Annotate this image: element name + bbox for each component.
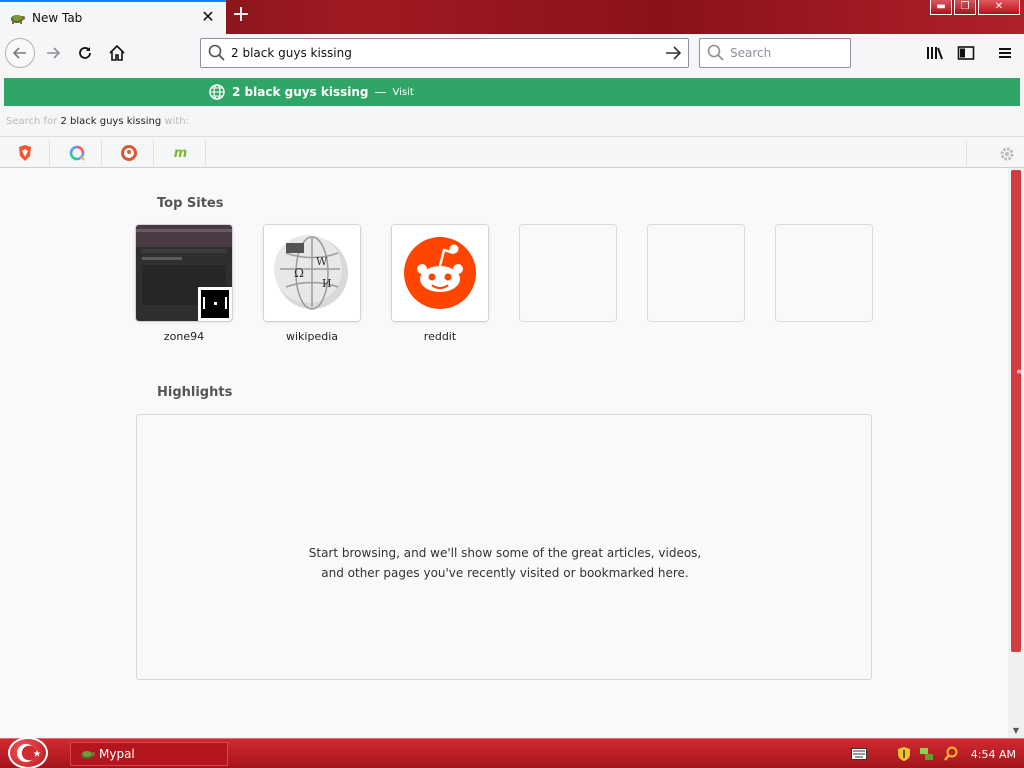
search-bar[interactable] <box>699 38 851 68</box>
close-tab-icon[interactable]: ✕ <box>200 9 216 26</box>
svg-text:W: W <box>316 255 328 268</box>
taskbar: Mypal 4:54 AM <box>0 737 1024 768</box>
reddit-icon <box>392 225 488 321</box>
restore-button[interactable]: ❐ <box>954 0 976 15</box>
top-site-tile-reddit[interactable] <box>392 225 488 321</box>
autocomplete-text: 2 black guys kissing <box>232 85 369 99</box>
turtle-icon <box>81 751 95 759</box>
autocomplete-action: Visit <box>392 86 414 98</box>
minimize-button[interactable]: ▬ <box>930 0 952 15</box>
search-with-text: with: <box>164 116 189 127</box>
highlights-message: Start browsing, and we'll show some of t… <box>308 546 702 580</box>
top-site-tile-empty[interactable] <box>776 225 872 321</box>
new-tab-content: Top Sites Ω W И zone94 wikipedia reddit … <box>0 168 1008 738</box>
top-site-tile-empty[interactable] <box>648 225 744 321</box>
clock[interactable]: 4:54 AM <box>971 748 1016 761</box>
grip-icon: ≡ <box>1016 367 1023 376</box>
library-icon <box>927 47 943 60</box>
menu-button[interactable] <box>990 38 1020 68</box>
tab-new-tab[interactable]: New Tab ✕ <box>0 0 226 34</box>
top-site-label[interactable]: reddit <box>392 330 488 343</box>
top-sites-title: Top Sites <box>157 196 224 211</box>
taskbar-item-label: Mypal <box>99 747 135 761</box>
search-query-text: 2 black guys kissing <box>60 116 162 127</box>
top-site-label[interactable]: wikipedia <box>264 330 360 343</box>
close-window-button[interactable]: ✕ <box>978 0 1020 15</box>
system-tray: 4:54 AM <box>850 739 1024 768</box>
top-site-label[interactable]: zone94 <box>136 330 232 343</box>
home-icon <box>109 44 125 61</box>
brave-icon <box>18 145 31 161</box>
crescent-star-icon <box>17 744 41 762</box>
duckduckgo-engine-button[interactable] <box>104 140 154 166</box>
search-engine-bar: m <box>0 136 1024 168</box>
back-button[interactable] <box>5 38 35 68</box>
library-button[interactable] <box>920 38 950 68</box>
tab-title: New Tab <box>32 11 83 25</box>
svg-text:Ω: Ω <box>294 266 304 280</box>
navigation-toolbar <box>0 34 1024 72</box>
shield-icon[interactable] <box>897 746 911 762</box>
window-controls: ▬ ❐ ✕ <box>930 0 1020 15</box>
duckduckgo-icon <box>120 145 137 161</box>
reload-button[interactable] <box>70 38 100 68</box>
keyboard-icon[interactable] <box>850 748 867 760</box>
brave-engine-button[interactable] <box>0 140 50 166</box>
network-icon[interactable] <box>919 746 935 762</box>
search-for-text: Search for <box>6 116 58 127</box>
sidebar-button[interactable] <box>951 38 981 68</box>
qwant-engine-button[interactable] <box>52 140 102 166</box>
forward-button[interactable] <box>38 38 68 68</box>
go-arrow-icon[interactable] <box>662 42 684 64</box>
highlights-title: Highlights <box>157 385 233 400</box>
mojeek-icon: m <box>173 145 188 161</box>
globe-icon <box>209 84 225 100</box>
search-input[interactable] <box>730 46 840 60</box>
top-site-tile-wikipedia[interactable]: Ω W И <box>264 225 360 321</box>
autocomplete-visit-row[interactable]: 2 black guys kissing — Visit <box>4 78 1020 106</box>
new-tab-button[interactable]: + <box>230 4 252 27</box>
search-icon[interactable] <box>943 746 959 762</box>
highlights-empty-state: Start browsing, and we'll show some of t… <box>136 414 872 680</box>
url-input[interactable] <box>231 42 662 64</box>
scroll-down-arrow-icon[interactable]: ▼ <box>1011 726 1021 736</box>
search-settings-button[interactable] <box>966 142 1016 166</box>
qwant-icon <box>69 145 85 161</box>
turtle-icon <box>9 10 25 26</box>
reload-icon <box>79 47 91 59</box>
zone94-thumbnail <box>136 225 232 321</box>
wikipedia-globe-icon: Ω W И <box>264 225 360 321</box>
hamburger-menu-icon <box>999 48 1011 58</box>
sidebar-icon <box>957 46 975 60</box>
svg-text:И: И <box>322 277 332 290</box>
autocomplete-separator: — <box>374 85 387 99</box>
search-icon <box>707 44 724 61</box>
gear-icon <box>1000 147 1014 161</box>
url-bar[interactable] <box>200 38 689 68</box>
back-arrow-icon <box>12 47 26 59</box>
search-with-label: Search for 2 black guys kissing with: <box>6 116 189 127</box>
autocomplete-popup: 2 black guys kissing — Visit Search for … <box>0 72 1024 168</box>
top-site-tile-zone94[interactable] <box>136 225 232 321</box>
mojeek-engine-button[interactable]: m <box>156 140 206 166</box>
title-bar: New Tab ✕ + ▬ ❐ ✕ <box>0 0 1024 34</box>
start-button[interactable] <box>8 737 48 768</box>
home-button[interactable] <box>102 38 132 68</box>
forward-arrow-icon <box>47 47 61 59</box>
top-site-tile-empty[interactable] <box>520 225 616 321</box>
vertical-scrollbar[interactable]: ≡ ▼ <box>1008 168 1024 738</box>
search-icon <box>208 44 225 61</box>
taskbar-item-mypal[interactable]: Mypal <box>70 742 228 766</box>
scrollbar-thumb[interactable]: ≡ <box>1011 170 1023 652</box>
